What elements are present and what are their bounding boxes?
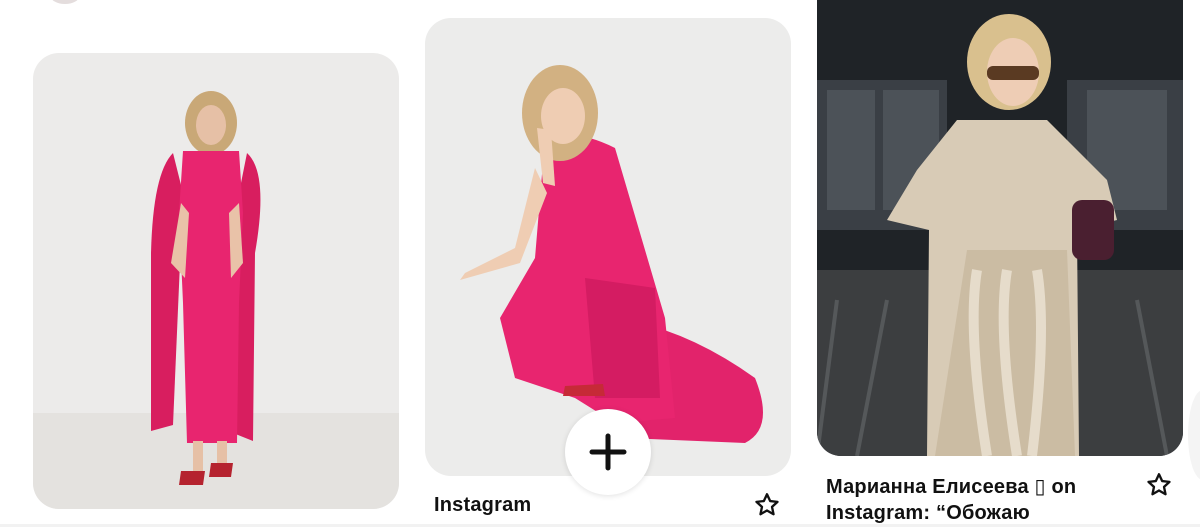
save-star-button[interactable]	[1145, 471, 1173, 499]
scroll-next-button[interactable]	[1188, 390, 1200, 480]
save-star-button[interactable]	[753, 491, 781, 519]
star-outline-icon	[755, 493, 779, 516]
plus-icon	[589, 433, 627, 471]
pin-image-pink-cape-dress[interactable]	[33, 53, 399, 509]
pin-image-beige-ruffled-coat[interactable]	[817, 0, 1183, 456]
pin-image-pink-dress-crouching[interactable]	[425, 18, 791, 476]
star-outline-icon	[1147, 473, 1171, 496]
avatar[interactable]	[50, 0, 80, 4]
pin-title[interactable]: Instagram	[434, 494, 531, 517]
add-button[interactable]	[565, 409, 651, 495]
pin-title[interactable]: Марианна Елисеева ▯ on Instagram: “Обожа…	[826, 474, 1126, 526]
